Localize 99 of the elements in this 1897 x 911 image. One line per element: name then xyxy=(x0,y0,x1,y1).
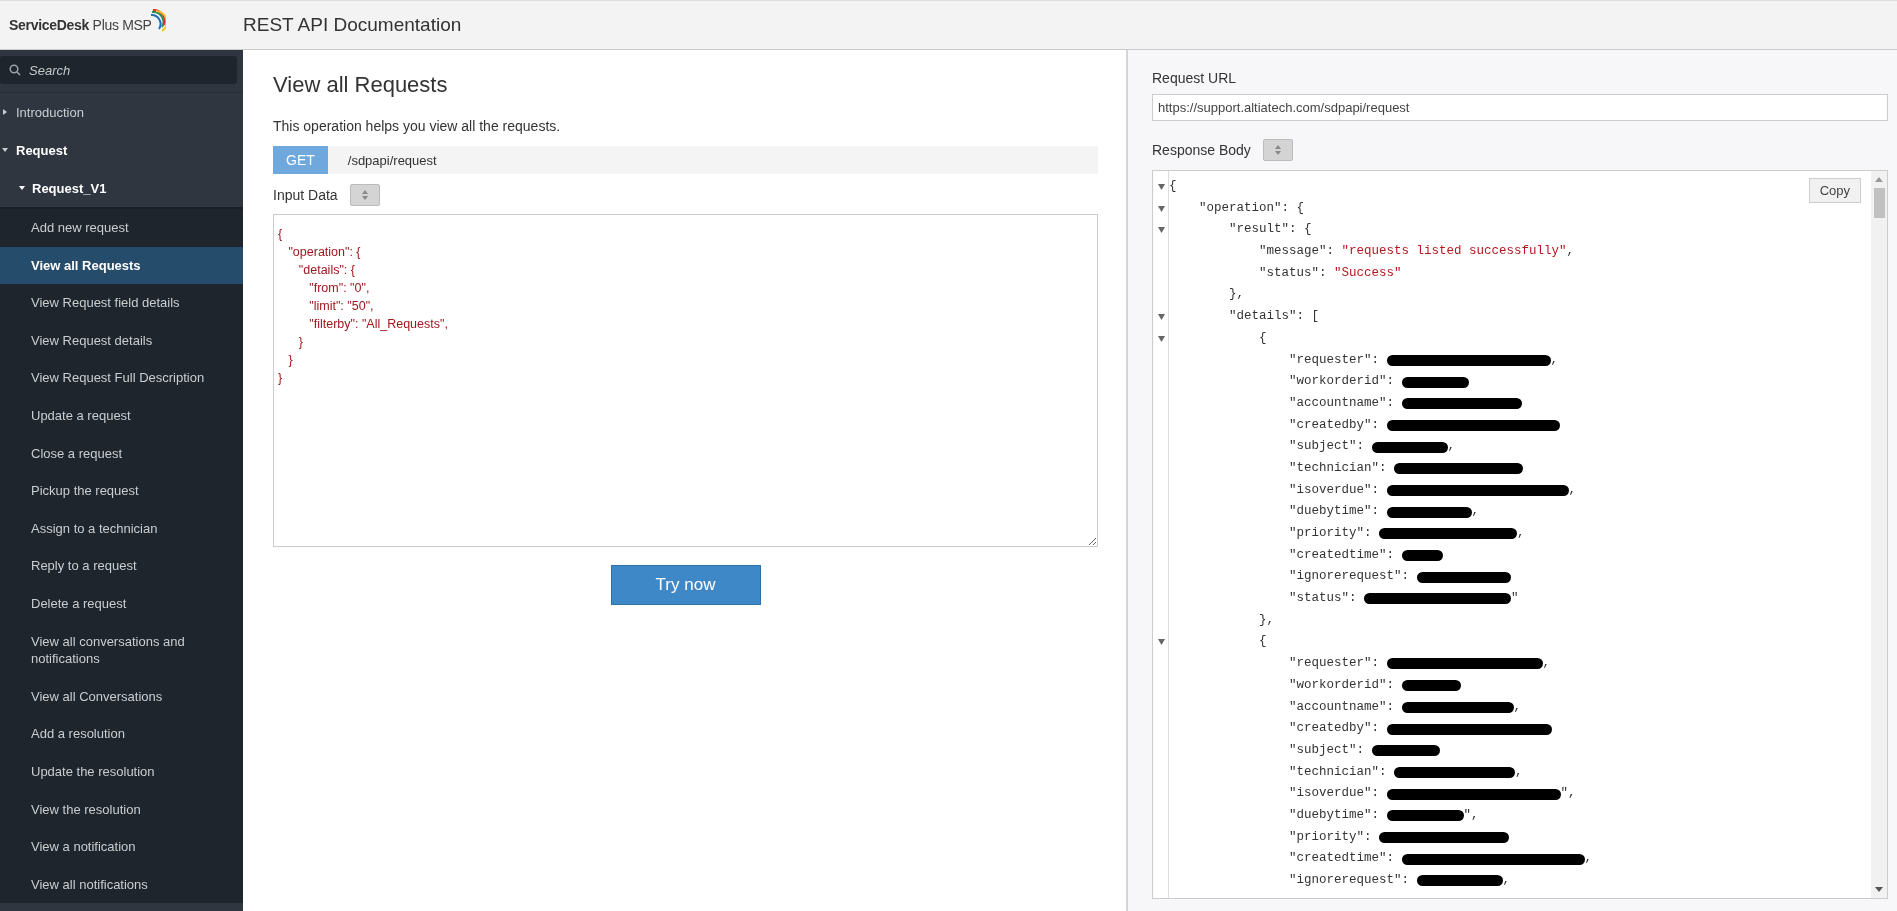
search-icon xyxy=(9,64,21,76)
sidebar-item[interactable]: Pickup the request xyxy=(0,472,243,510)
fold-caret-icon[interactable] xyxy=(1157,183,1165,190)
code-punctuation: , xyxy=(1566,243,1575,261)
code-line: "status": xyxy=(1288,590,1358,608)
code-line: "technician": xyxy=(1288,763,1388,781)
code-line: "requester": xyxy=(1288,655,1381,673)
code-line: "createdby": xyxy=(1288,416,1381,434)
up-down-arrows-icon xyxy=(1273,144,1282,156)
response-body-label: Response Body xyxy=(1152,142,1251,158)
code-line: "accountname": xyxy=(1288,394,1396,412)
expand-toggle-button[interactable] xyxy=(1262,139,1293,161)
expand-toggle-button[interactable] xyxy=(349,184,380,206)
sidebar-item[interactable]: View Request details xyxy=(0,321,243,360)
code-punctuation: " xyxy=(1511,590,1519,608)
operation-title: View all Requests xyxy=(273,72,449,98)
code-line: "subject": xyxy=(1288,438,1366,456)
sidebar-item[interactable]: View a notification xyxy=(0,828,243,866)
caret-icon xyxy=(2,147,8,153)
sidebar-item[interactable]: Reply to a request xyxy=(0,547,243,585)
code-line: "message": "requests listed successfully" xyxy=(1258,243,1567,261)
request-url-field[interactable]: https://support.altiatech.com/sdpapi/request xyxy=(1152,94,1888,121)
code-line: "technician": xyxy=(1288,459,1388,477)
code-line: "workorderid": xyxy=(1288,373,1396,391)
code-line: "subject": xyxy=(1288,741,1366,759)
caret-icon xyxy=(2,109,8,115)
code-punctuation: , xyxy=(1502,872,1511,889)
code-punctuation: , xyxy=(1550,351,1559,369)
code-line: "duebytime": xyxy=(1288,503,1381,521)
code-punctuation: , xyxy=(1471,503,1480,521)
input-data-label: Input Data xyxy=(273,187,338,203)
caret-icon xyxy=(19,185,25,191)
code-line: "createdby": xyxy=(1288,720,1381,738)
code-line: "createdtime": xyxy=(1288,546,1396,564)
code-punctuation: , xyxy=(1568,481,1577,499)
code-punctuation: , xyxy=(1584,850,1593,868)
fold-caret-icon[interactable] xyxy=(1157,313,1165,320)
sidebar-item[interactable]: Assign to a technician xyxy=(0,509,243,548)
code-line: "details": [ xyxy=(1228,308,1320,326)
sidebar-item[interactable]: View all Requests xyxy=(0,246,243,285)
sidebar-item[interactable]: View the resolution xyxy=(0,790,243,829)
code-line: "accountname": xyxy=(1288,698,1396,716)
code-punctuation: , xyxy=(1517,525,1525,542)
code-punctuation: ", xyxy=(1560,785,1576,803)
page-title: REST API Documentation xyxy=(243,14,462,36)
fold-caret-icon[interactable] xyxy=(1157,335,1165,342)
sidebar-section[interactable]: Introduction xyxy=(0,93,243,131)
search-field[interactable]: Search xyxy=(0,56,237,84)
sidebar-item[interactable]: Update the resolution xyxy=(0,752,243,791)
logo-arc-icon xyxy=(149,9,166,33)
sidebar-item[interactable]: Update a request xyxy=(0,396,243,435)
scrollbar[interactable] xyxy=(1871,171,1887,898)
sidebar-item[interactable]: Close a request xyxy=(0,434,243,473)
logo-text: ServiceDesk Plus MSP xyxy=(9,17,152,33)
code-punctuation: , xyxy=(1447,438,1456,456)
up-down-arrows-icon xyxy=(360,189,369,201)
scroll-down-arrow-icon[interactable] xyxy=(1875,887,1883,892)
code-line: { xyxy=(1258,329,1267,347)
code-punctuation: , xyxy=(1515,763,1523,781)
code-line: "status": "Success" xyxy=(1258,264,1402,282)
sidebar-item[interactable]: View Request field details xyxy=(0,284,243,322)
code-line: }, xyxy=(1258,611,1275,629)
sidebar-item[interactable]: View all Conversations xyxy=(0,677,243,716)
sidebar-item[interactable]: View all notifications xyxy=(0,865,243,904)
code-line: }, xyxy=(1228,286,1244,304)
request-url-label: Request URL xyxy=(1152,70,1238,86)
sidebar-section[interactable]: Request xyxy=(0,131,243,169)
operation-description: This operation helps you view all the requests. xyxy=(273,118,562,134)
code-punctuation: ", xyxy=(1463,806,1479,824)
code-line: "duebytime": xyxy=(1288,806,1381,824)
code-punctuation: , xyxy=(1513,698,1522,716)
code-line: "priority": xyxy=(1288,828,1373,846)
fold-caret-icon[interactable] xyxy=(1157,227,1165,234)
endpoint-path: /sdpapi/request xyxy=(347,152,437,168)
code-line: "ignorerequest": xyxy=(1288,568,1411,586)
fold-caret-icon[interactable] xyxy=(1157,205,1165,212)
code-line: "priority": xyxy=(1288,525,1373,542)
code-line: "isoverdue": xyxy=(1288,481,1381,499)
sidebar-item[interactable]: View Request Full Description xyxy=(0,359,243,397)
code-line: { xyxy=(1169,178,1177,195)
code-punctuation: , xyxy=(1542,655,1551,673)
code-line: "result": { xyxy=(1228,221,1312,239)
code-line: { xyxy=(1258,633,1267,651)
method-badge: GET xyxy=(273,146,328,174)
code-line: "createdtime": xyxy=(1288,850,1396,868)
code-line: "isoverdue": xyxy=(1288,785,1381,803)
try-now-button[interactable]: Try now xyxy=(610,565,761,605)
code-line: "workorderid": xyxy=(1288,676,1396,694)
sidebar-item[interactable]: Delete a request xyxy=(0,584,243,623)
sidebar-item[interactable]: Add new request xyxy=(0,209,243,247)
scrollbar-thumb[interactable] xyxy=(1873,188,1885,218)
code-line: "requester": xyxy=(1288,351,1381,369)
input-data-field[interactable]: { "operation": { "details": { "from": "0", "limit": "50", "filterby": "All_Requests", } } } xyxy=(273,214,1098,547)
code-line: "ignorerequest": xyxy=(1288,872,1411,889)
code-line: "operation": { xyxy=(1198,199,1305,217)
copy-button[interactable]: Copy xyxy=(1808,178,1861,203)
fold-caret-icon[interactable] xyxy=(1157,639,1165,646)
sidebar-item[interactable]: View all conversations and notifications xyxy=(0,622,243,678)
sidebar-item[interactable]: Add a resolution xyxy=(0,715,243,753)
